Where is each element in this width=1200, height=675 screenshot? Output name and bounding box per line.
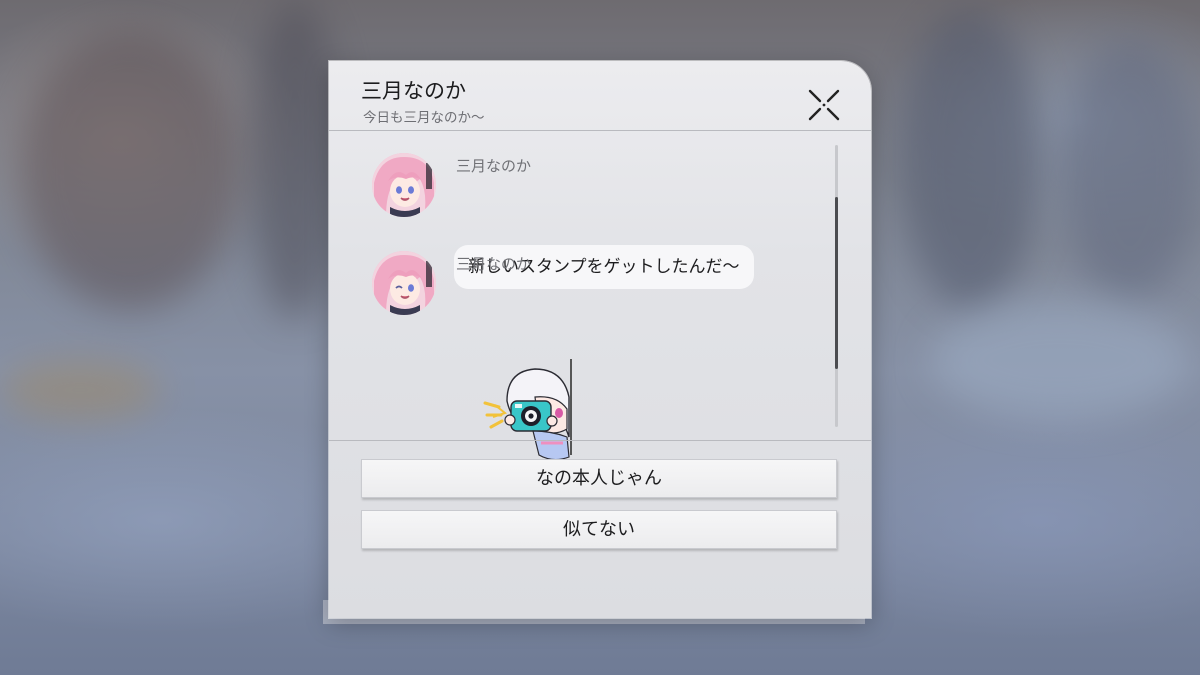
character-avatar [372,153,436,217]
reply-option-1[interactable]: なの本人じゃん [361,459,837,498]
message-sender: 三月なのか [456,255,532,273]
reply-option-2[interactable]: 似てない [361,510,837,549]
dialog-subtitle: 今日も三月なのか〜 [363,110,485,126]
options-divider [329,440,871,441]
dialog-header: 三月なのか 今日も三月なのか〜 [329,61,871,129]
close-icon [808,89,840,121]
dialog-title: 三月なのか [361,79,466,103]
camera-peek-sticker [477,357,577,467]
message-sender: 三月なのか [456,157,532,175]
close-button[interactable] [807,88,841,122]
chat-scrollbar-thumb[interactable] [835,197,838,369]
chat-log[interactable]: 三月なのか 新しいスタンプをゲットしたんだ〜 三月なのか [329,131,871,461]
character-avatar [372,251,436,315]
chat-dialog: 三月なのか 今日も三月なのか〜 三月なのか 新しいスタンプをゲットしたんだ〜 三… [329,61,871,618]
